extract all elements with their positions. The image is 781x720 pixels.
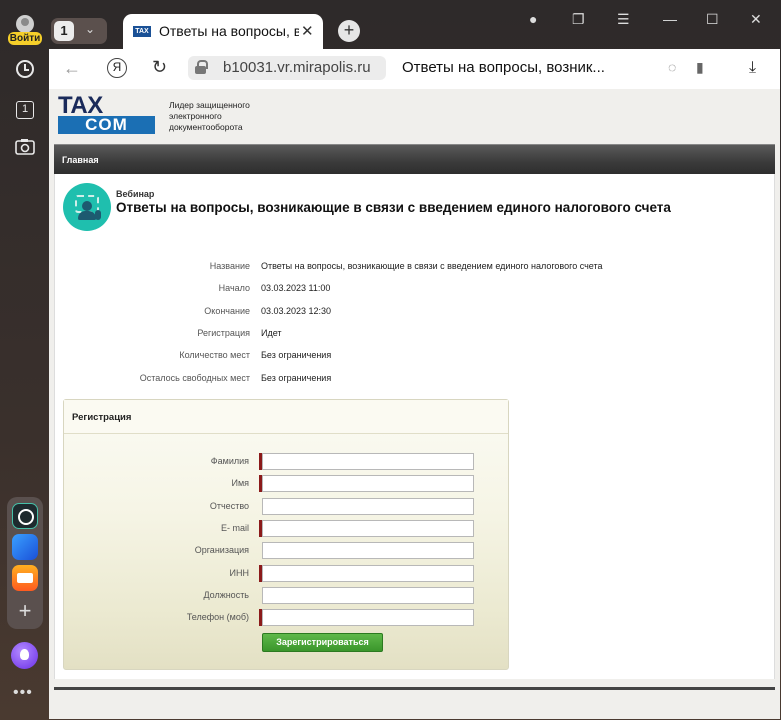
taxcom-logo[interactable]: TAX COM [58, 94, 155, 136]
footer-divider [54, 687, 775, 690]
history-clock-icon[interactable] [13, 57, 37, 81]
main-navbar: Главная [54, 144, 775, 174]
minimize-icon[interactable]: — [663, 11, 677, 27]
lastname-field[interactable] [262, 453, 474, 470]
event-title: Ответы на вопросы, возникающие в связи с… [116, 200, 671, 215]
inn-field[interactable] [262, 565, 474, 582]
yandex-icon[interactable]: Я [107, 58, 127, 78]
info-label: Осталось свободных мест [139, 373, 250, 383]
field-label: Фамилия [210, 456, 249, 466]
back-arrow-icon[interactable]: ← [63, 58, 81, 79]
email-field[interactable] [262, 520, 474, 537]
event-content: Вебинар Ответы на вопросы, возникающие в… [54, 174, 775, 679]
tab-number: 1 [16, 101, 34, 119]
more-icon[interactable]: ••• [13, 684, 33, 702]
tab-counter-button[interactable]: 1 ⌄ [51, 18, 107, 44]
browser-window: ← Я ↻ b10031.vr.mirapolis.ru Ответы на в… [49, 49, 780, 719]
field-label: Организация [194, 545, 249, 555]
info-row: Название Ответы на вопросы, возникающие … [55, 261, 755, 275]
address-page-title: Ответы на вопросы, возник... [402, 59, 605, 76]
add-app-button[interactable]: + [7, 597, 43, 625]
tab-count: 1 [54, 21, 74, 41]
info-label: Количество мест [179, 350, 250, 360]
messenger-app-icon[interactable] [12, 534, 38, 560]
info-label: Название [209, 261, 250, 271]
login-label: Войти [8, 32, 42, 45]
field-label: Должность [203, 590, 249, 600]
user-avatar-icon [16, 15, 34, 33]
registration-title: Регистрация [72, 412, 132, 423]
address-bar: ← Я ↻ b10031.vr.mirapolis.ru Ответы на в… [49, 49, 780, 89]
field-label: Отчество [209, 501, 249, 511]
tabs-icon[interactable]: 1 [13, 98, 37, 122]
info-value: Без ограничения [261, 350, 332, 360]
info-value: Идет [261, 328, 282, 338]
info-value: 03.03.2023 12:30 [261, 306, 332, 316]
position-field[interactable] [262, 587, 474, 604]
info-row: Окончание 03.03.2023 12:30 [55, 306, 755, 320]
field-label: E- mail [220, 523, 249, 533]
url-text: b10031.vr.mirapolis.ru [223, 59, 371, 76]
info-label: Регистрация [197, 328, 250, 338]
info-row: Осталось свободных мест Без ограничения [55, 373, 755, 387]
form-row-organization: Организация [64, 542, 508, 560]
close-tab-icon[interactable]: ✕ [301, 22, 314, 40]
field-label: Имя [231, 478, 249, 488]
form-row-phone: Телефон (моб) [64, 609, 508, 627]
organization-field[interactable] [262, 542, 474, 559]
lock-icon [195, 60, 208, 74]
screenshot-camera-icon[interactable] [13, 138, 37, 162]
bookmark-icon[interactable]: ▮ [696, 59, 704, 76]
info-label: Начало [218, 283, 250, 293]
phone-field[interactable] [262, 609, 474, 626]
reload-icon[interactable]: ↻ [152, 57, 167, 78]
maximize-icon[interactable]: ☐ [706, 11, 719, 28]
register-button[interactable]: Зарегистрироваться [262, 633, 383, 652]
info-row: Начало 03.03.2023 11:00 [55, 283, 755, 297]
info-value: Ответы на вопросы, возникающие в связи с… [261, 261, 603, 271]
profile-icon[interactable]: ● [529, 11, 537, 27]
alice-assistant-icon[interactable] [11, 642, 38, 669]
close-window-icon[interactable]: ✕ [750, 11, 762, 28]
field-label: ИНН [229, 568, 249, 578]
chevron-down-icon: ⌄ [85, 22, 96, 36]
firstname-field[interactable] [262, 475, 474, 492]
registration-form: Регистрация Фамилия Имя Отчество E- mail… [63, 399, 509, 670]
info-value: 03.03.2023 11:00 [261, 283, 331, 293]
nav-home-link[interactable]: Главная [62, 155, 99, 165]
collections-icon[interactable]: ❐ [572, 11, 585, 28]
menu-icon[interactable]: ☰ [617, 11, 630, 28]
form-row-middlename: Отчество [64, 498, 508, 516]
url-field[interactable]: b10031.vr.mirapolis.ru [188, 56, 386, 80]
form-row-position: Должность [64, 587, 508, 605]
info-value: Без ограничения [261, 373, 332, 383]
tab-active[interactable]: TAX Ответы на вопросы, во ✕ [123, 14, 323, 50]
event-type: Вебинар [116, 189, 155, 199]
logo-tagline: Лидер защищенного электронного документо… [169, 100, 250, 132]
comments-icon[interactable]: ◌ [668, 59, 676, 75]
new-tab-button[interactable]: + [338, 20, 360, 42]
mail-app-icon[interactable] [12, 565, 38, 591]
field-label: Телефон (моб) [186, 612, 249, 622]
alice-app-icon[interactable] [12, 503, 38, 529]
form-row-inn: ИНН [64, 565, 508, 583]
taxcom-favicon-icon: TAX [133, 26, 151, 37]
info-label: Окончание [204, 306, 250, 316]
sidebar-apps-panel: + [7, 497, 43, 629]
download-icon[interactable]: ⤓ [749, 59, 756, 77]
web-page: TAX COM Лидер защищенного электронного д… [49, 89, 780, 719]
webinar-icon [63, 183, 111, 231]
login-button[interactable]: Войти [8, 13, 42, 45]
registration-header: Регистрация [64, 400, 508, 434]
info-row: Регистрация Идет [55, 328, 755, 342]
middlename-field[interactable] [262, 498, 474, 515]
tab-title: Ответы на вопросы, во [159, 23, 299, 39]
form-row-email: E- mail [64, 520, 508, 538]
browser-sidebar: Войти 1 + ••• [0, 0, 49, 720]
form-row-lastname: Фамилия [64, 453, 508, 471]
info-row: Количество мест Без ограничения [55, 350, 755, 364]
form-row-firstname: Имя [64, 475, 508, 493]
